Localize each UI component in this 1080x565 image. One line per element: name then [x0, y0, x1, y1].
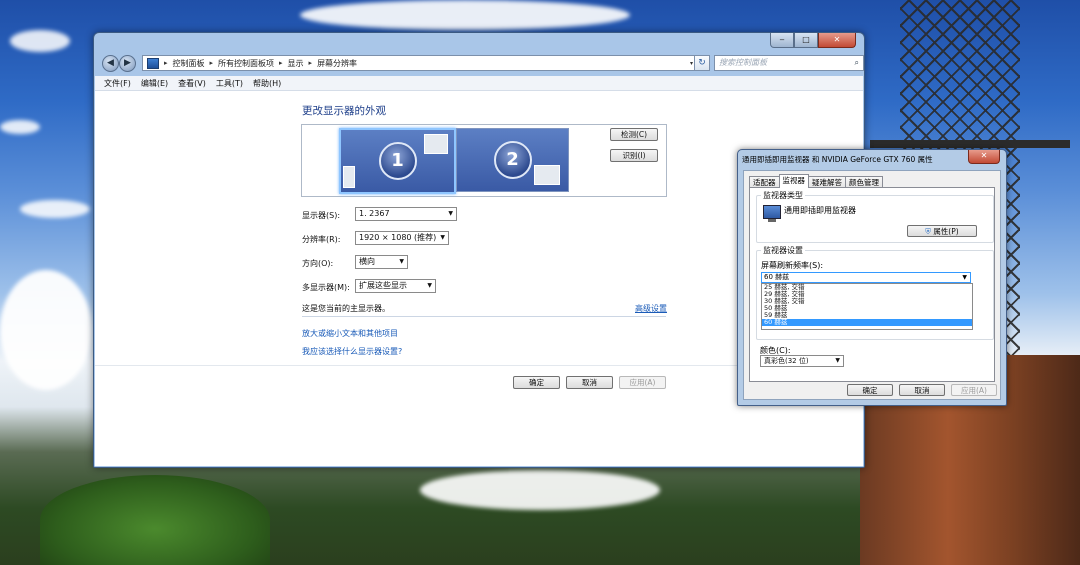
wallpaper-cloud	[10, 30, 70, 52]
window-icon	[424, 134, 448, 154]
monitor-number: 2	[493, 141, 532, 179]
dialog-apply-button[interactable]: 应用(A)	[951, 384, 997, 396]
wallpaper-tree	[40, 475, 270, 565]
menu-view[interactable]: 查看(V)	[178, 78, 206, 89]
breadcrumb-control-panel[interactable]: 控制面板	[173, 58, 205, 69]
breadcrumb-screen-resolution[interactable]: 屏幕分辨率	[317, 58, 357, 69]
monitor-properties-dialog: 通用即插即用监视器 和 NVIDIA GeForce GTX 760 属性 ✕ …	[737, 149, 1007, 406]
chevron-down-icon: ▼	[399, 258, 404, 265]
chevron-down-icon: ▼	[962, 274, 967, 281]
monitor-arrangement: 1 2 检测(C) 识别(I)	[301, 124, 667, 197]
menu-file[interactable]: 文件(F)	[104, 78, 131, 89]
minimize-button[interactable]: ‒	[770, 33, 794, 48]
breadcrumb-display[interactable]: 显示	[288, 58, 304, 69]
search-input[interactable]: 搜索控制面板 ⌕	[714, 55, 864, 71]
search-placeholder: 搜索控制面板	[719, 58, 767, 67]
control-panel-icon	[147, 57, 159, 69]
dialog-cancel-button[interactable]: 取消	[899, 384, 945, 396]
page-title: 更改显示器的外观	[302, 105, 386, 117]
wallpaper-cloud	[20, 200, 90, 218]
color-depth-select[interactable]: 真彩色(32 位) ▼	[760, 355, 844, 367]
multi-display-select[interactable]: 扩展这些显示 ▼	[355, 279, 436, 293]
refresh-rate-label: 屏幕刷新频率(S):	[761, 261, 824, 270]
monitor-icon	[763, 205, 781, 222]
orientation-select[interactable]: 横向 ▼	[355, 255, 408, 269]
group-label: 监视器类型	[761, 190, 805, 201]
properties-button-label: 属性(P)	[933, 227, 959, 236]
breadcrumb-all-items[interactable]: 所有控制面板项	[218, 58, 274, 69]
breadcrumb-separator: ▸	[279, 59, 283, 67]
refresh-rate-value: 60 赫兹	[764, 273, 790, 281]
back-button[interactable]: ◀	[102, 55, 119, 72]
monitor-2[interactable]: 2	[456, 128, 569, 192]
breadcrumb-separator: ▸	[164, 59, 168, 67]
chevron-down-icon: ▼	[835, 357, 840, 364]
monitor-type-group: 监视器类型 通用即插即用监视器 ⛨ 属性(P)	[756, 190, 994, 243]
refresh-rate-option[interactable]: 59 赫兹	[762, 312, 972, 319]
display-settings-help-link[interactable]: 我应该选择什么显示器设置?	[302, 346, 402, 357]
orientation-label: 方向(O):	[302, 259, 334, 268]
text-size-link[interactable]: 放大或缩小文本和其他项目	[302, 328, 398, 339]
breadcrumb-separator: ▸	[209, 59, 214, 67]
dialog-title: 通用即插即用监视器 和 NVIDIA GeForce GTX 760 属性	[742, 155, 933, 164]
monitor-number: 1	[378, 142, 417, 180]
address-bar[interactable]: ▸ 控制面板 ▸ 所有控制面板项 ▸ 显示 ▸ 屏幕分辨率 ▾	[142, 55, 697, 71]
chevron-down-icon: ▼	[440, 234, 445, 241]
refresh-rate-option[interactable]: 50 赫兹	[762, 305, 972, 312]
search-icon[interactable]: ⌕	[855, 56, 859, 70]
monitor-tab-panel: 监视器类型 通用即插即用监视器 ⛨ 属性(P) 监视器设置 屏幕刷新频率(S):…	[749, 187, 995, 382]
monitor-1[interactable]: 1	[339, 128, 456, 194]
dialog-ok-button[interactable]: 确定	[847, 384, 893, 396]
color-depth-value: 真彩色(32 位)	[764, 357, 809, 365]
close-button[interactable]: ✕	[818, 33, 856, 48]
grid-icon	[534, 165, 560, 185]
multi-display-value: 扩展这些显示	[359, 281, 407, 290]
group-label: 监视器设置	[761, 245, 805, 256]
dialog-body: 适配器 监视器 疑难解答 颜色管理 监视器类型 通用即插即用监视器 ⛨ 属性(P…	[743, 170, 1001, 400]
menu-edit[interactable]: 编辑(E)	[141, 78, 168, 89]
resolution-value: 1920 × 1080 (推荐)	[359, 233, 437, 242]
refresh-rate-option[interactable]: 30 赫兹, 交错	[762, 298, 972, 305]
identify-button[interactable]: 识别(I)	[610, 149, 658, 162]
wallpaper-cloud	[0, 120, 40, 134]
display-label: 显示器(S):	[302, 211, 341, 220]
orientation-value: 横向	[359, 257, 375, 266]
breadcrumb-separator: ▸	[308, 59, 313, 67]
chevron-down-icon: ▼	[427, 282, 432, 289]
resolution-select[interactable]: 1920 × 1080 (推荐) ▼	[355, 231, 449, 245]
advanced-settings-link[interactable]: 高级设置	[635, 303, 667, 314]
wallpaper-cloud	[0, 270, 92, 390]
maximize-button[interactable]: □	[794, 33, 818, 48]
display-value: 1. 2367	[359, 209, 390, 218]
refresh-button[interactable]: ↻	[694, 55, 710, 71]
apply-button[interactable]: 应用(A)	[619, 376, 666, 389]
main-display-text: 这是您当前的主显示器。	[302, 304, 390, 313]
dialog-close-button[interactable]: ✕	[968, 150, 1000, 164]
ok-button[interactable]: 确定	[513, 376, 560, 389]
monitor-settings-group: 监视器设置 屏幕刷新频率(S): 60 赫兹 ▼ 25 赫兹, 交错 29 赫兹…	[756, 245, 994, 340]
address-dropdown-icon[interactable]: ▾	[690, 60, 693, 67]
detect-button[interactable]: 检测(C)	[610, 128, 658, 141]
refresh-rate-option-selected[interactable]: 60 赫兹	[762, 319, 972, 326]
cancel-button[interactable]: 取消	[566, 376, 613, 389]
menu-help[interactable]: 帮助(H)	[253, 78, 281, 89]
monitor-name: 通用即插即用监视器	[784, 206, 856, 215]
taskbar-icon	[343, 166, 355, 188]
wallpaper-cloud	[300, 0, 630, 30]
chevron-down-icon: ▼	[448, 210, 453, 217]
refresh-rate-list: 25 赫兹, 交错 29 赫兹, 交错 30 赫兹, 交错 50 赫兹 59 赫…	[761, 283, 973, 330]
window-caption[interactable]: ‒ □ ✕	[94, 33, 864, 51]
resolution-label: 分辨率(R):	[302, 235, 341, 244]
forward-button[interactable]: ▶	[119, 55, 136, 72]
tab-monitor[interactable]: 监视器	[778, 174, 809, 188]
display-select[interactable]: 1. 2367 ▼	[355, 207, 457, 221]
wallpaper-cloud	[420, 470, 660, 510]
properties-button[interactable]: ⛨ 属性(P)	[907, 225, 977, 237]
divider	[302, 316, 666, 317]
multi-display-label: 多显示器(M):	[302, 283, 350, 292]
menu-tools[interactable]: 工具(T)	[216, 78, 243, 89]
navigation-bar: ◀ ▶ ▸ 控制面板 ▸ 所有控制面板项 ▸ 显示 ▸ 屏幕分辨率 ▾ ↻ 搜索…	[100, 53, 864, 73]
refresh-rate-select[interactable]: 60 赫兹 ▼	[761, 272, 971, 283]
menu-bar: 文件(F) 编辑(E) 查看(V) 工具(T) 帮助(H)	[95, 76, 863, 91]
